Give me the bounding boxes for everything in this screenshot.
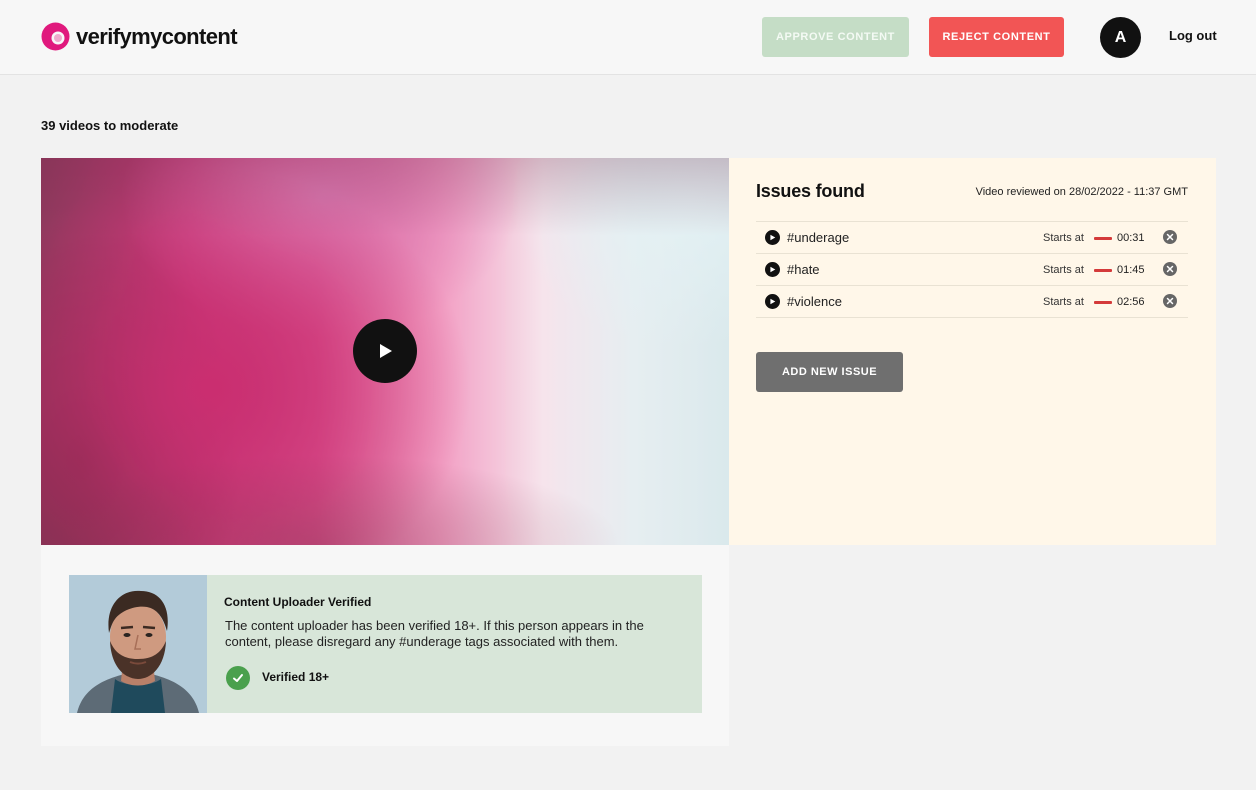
uploader-photo	[69, 575, 207, 713]
remove-issue-button[interactable]	[1163, 294, 1177, 308]
issue-time: 01:45	[1117, 263, 1145, 276]
logo-mark-icon	[41, 22, 70, 51]
uploader-verified-card: Content Uploader Verified The content up…	[69, 575, 702, 713]
play-issue-button[interactable]	[765, 294, 780, 309]
logo-text: verifymycontent	[76, 23, 238, 49]
play-button[interactable]	[353, 319, 417, 383]
issue-time: 02:56	[1117, 295, 1145, 308]
starts-at-label: Starts at	[1043, 263, 1084, 276]
reviewed-timestamp: Video reviewed on 28/02/2022 - 11:37 GMT	[975, 186, 1188, 198]
approve-content-button[interactable]: APPROVE CONTENT	[762, 17, 909, 57]
close-icon	[1166, 297, 1174, 305]
issue-time: 00:31	[1117, 231, 1145, 244]
user-avatar[interactable]: A	[1100, 17, 1141, 58]
issues-panel: Issues found Video reviewed on 28/02/202…	[729, 158, 1216, 545]
check-icon	[226, 666, 250, 690]
verified-label: Verified 18+	[262, 670, 330, 684]
videos-count: 39 videos to moderate	[41, 118, 179, 133]
close-icon	[1166, 265, 1174, 273]
issues-title: Issues found	[756, 181, 865, 201]
uploader-portrait	[69, 575, 207, 713]
issue-row: #violence Starts at 02:56	[756, 286, 1188, 318]
add-new-issue-button[interactable]: ADD NEW ISSUE	[756, 352, 903, 392]
remove-issue-button[interactable]	[1163, 262, 1177, 276]
starts-at-label: Starts at	[1043, 231, 1084, 244]
timeline-marker	[1094, 237, 1112, 240]
play-issue-button[interactable]	[765, 262, 780, 277]
play-icon	[770, 298, 776, 305]
issue-tag: #underage	[787, 230, 850, 245]
uploader-section: Content Uploader Verified The content up…	[41, 545, 729, 746]
logo[interactable]: verifymycontent	[41, 22, 238, 51]
close-icon	[1166, 233, 1174, 241]
issue-tag: #violence	[787, 294, 842, 309]
remove-issue-button[interactable]	[1163, 230, 1177, 244]
uploader-title: Content Uploader Verified	[224, 595, 372, 609]
timeline-marker	[1094, 269, 1112, 272]
issue-row: #underage Starts at 00:31	[756, 222, 1188, 254]
issue-list: #underage Starts at 00:31 #hate Starts a…	[756, 221, 1188, 318]
logout-link[interactable]: Log out	[1169, 28, 1217, 43]
play-icon	[770, 266, 776, 273]
uploader-description: The content uploader has been verified 1…	[225, 618, 644, 649]
checkmark-icon	[233, 674, 243, 682]
play-icon	[770, 234, 776, 241]
issue-tag: #hate	[787, 262, 820, 277]
reject-content-button[interactable]: REJECT CONTENT	[929, 17, 1064, 57]
issue-row: #hate Starts at 01:45	[756, 254, 1188, 286]
play-icon	[380, 344, 392, 358]
starts-at-label: Starts at	[1043, 295, 1084, 308]
top-bar: verifymycontent APPROVE CONTENT REJECT C…	[0, 0, 1256, 75]
video-player[interactable]	[41, 158, 729, 545]
play-issue-button[interactable]	[765, 230, 780, 245]
timeline-marker	[1094, 301, 1112, 304]
